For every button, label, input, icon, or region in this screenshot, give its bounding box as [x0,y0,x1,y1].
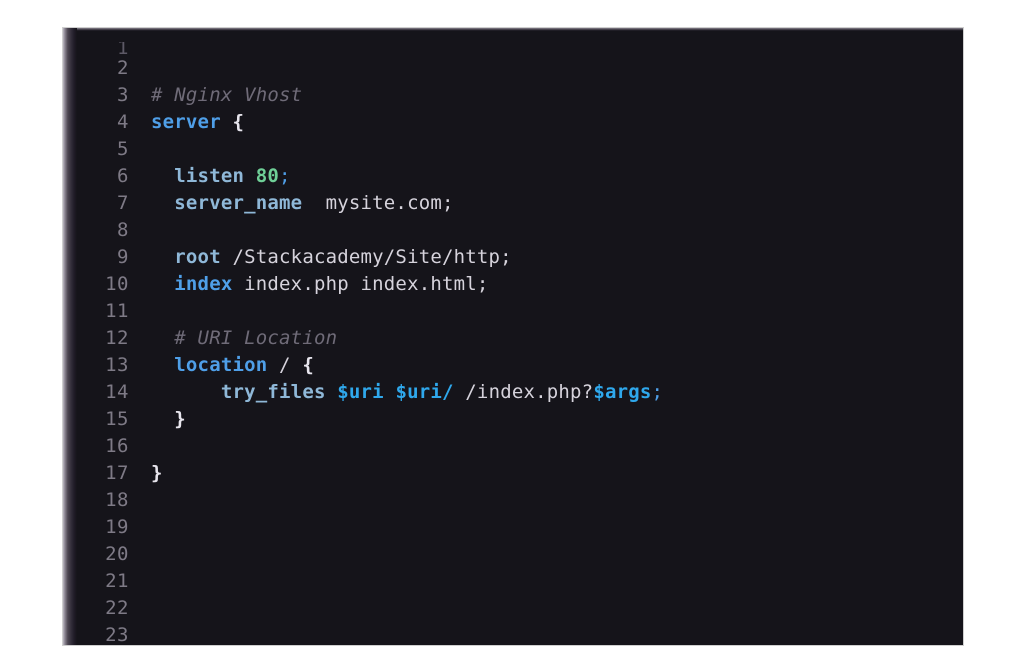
code-token: $args [593,381,652,403]
code-token: $uri [337,381,384,403]
line-number: 11 [105,300,129,322]
code-token: } [174,408,186,430]
line-number: 21 [105,570,129,592]
line-number: 14 [105,381,129,403]
code-line[interactable] [151,298,963,325]
code-line[interactable]: try_files $uri $uri/ /index.php?$args; [151,379,963,406]
line-number: 18 [105,489,129,511]
code-token: server_name [174,192,303,214]
code-editor-panel[interactable]: 1 2 3 4 5 6 7 8 9 10 11 12 13 14 15 16 17 18 19 20 21 22 23 # … [63,28,963,645]
code-line[interactable] [151,541,963,568]
code-line[interactable]: } [151,406,963,433]
code-line[interactable]: server_name mysite.com; [151,190,963,217]
line-number: 12 [105,327,129,349]
code-token: # URI Location [174,327,338,349]
code-token: try_files [220,381,326,403]
code-line[interactable] [151,487,963,514]
line-number: 22 [105,597,129,619]
code-line[interactable]: root /Stackacademy/Site/http; [151,244,963,271]
code-token: ; [651,381,664,403]
code-line[interactable] [151,514,963,541]
code-line[interactable]: # Nginx Vhost [151,82,963,109]
line-number: 2 [117,57,129,79]
code-line[interactable] [151,595,963,622]
code-token: root [174,246,221,268]
code-token: server [151,111,221,133]
line-number: 5 [117,138,129,160]
code-token: / [267,354,303,376]
line-number-gutter: 1 2 3 4 5 6 7 8 9 10 11 12 13 14 15 16 17 18 19 20 21 22 23 [77,28,139,645]
code-line[interactable] [151,433,963,460]
code-line[interactable]: } [151,460,963,487]
code-token: /index.php? [453,381,594,403]
code-line[interactable]: listen 80; [151,163,963,190]
line-number: 6 [117,165,129,187]
code-line[interactable] [151,136,963,163]
code-token: index [174,273,233,295]
line-number: 1 [117,42,129,55]
editor-vertical-scrollbar[interactable] [63,28,77,645]
code-line[interactable] [151,622,963,645]
code-token: index.php index.html; [244,273,489,295]
code-token: listen [174,165,245,187]
code-token: /Stackacademy/Site/http; [232,246,512,268]
code-line[interactable] [151,42,963,55]
code-token: ; [279,165,291,187]
code-line[interactable]: location / { [151,352,963,379]
code-line[interactable] [151,568,963,595]
line-number: 19 [105,516,129,538]
code-line[interactable]: # URI Location [151,325,963,352]
line-number: 3 [117,84,129,106]
line-number: 17 [105,462,129,484]
line-number: 20 [105,543,129,565]
code-token: mysite.com; [325,192,454,214]
line-number: 7 [117,192,129,214]
code-content-area[interactable]: # Nginx Vhost server { listen 80; server_… [139,28,963,645]
line-number: 4 [117,111,129,133]
code-token: { [232,111,245,133]
line-number: 15 [105,408,129,430]
code-line[interactable] [151,55,963,82]
code-token: $uri/ [395,381,454,403]
line-number: 16 [105,435,129,457]
line-number: 8 [117,219,129,241]
line-number: 9 [117,246,129,268]
screenshot-root: 1 2 3 4 5 6 7 8 9 10 11 12 13 14 15 16 17 18 19 20 21 22 23 # … [0,0,1024,669]
line-number: 13 [105,354,129,376]
code-line[interactable]: server { [151,109,963,136]
code-token: 80 [255,165,280,187]
code-token: # Nginx Vhost [151,84,303,106]
code-line[interactable]: index index.php index.html; [151,271,963,298]
line-number: 10 [105,273,129,295]
code-line[interactable] [151,217,963,244]
code-token: { [302,354,314,376]
code-token: location [174,354,268,376]
code-token: } [151,462,163,484]
line-number: 23 [105,624,129,645]
